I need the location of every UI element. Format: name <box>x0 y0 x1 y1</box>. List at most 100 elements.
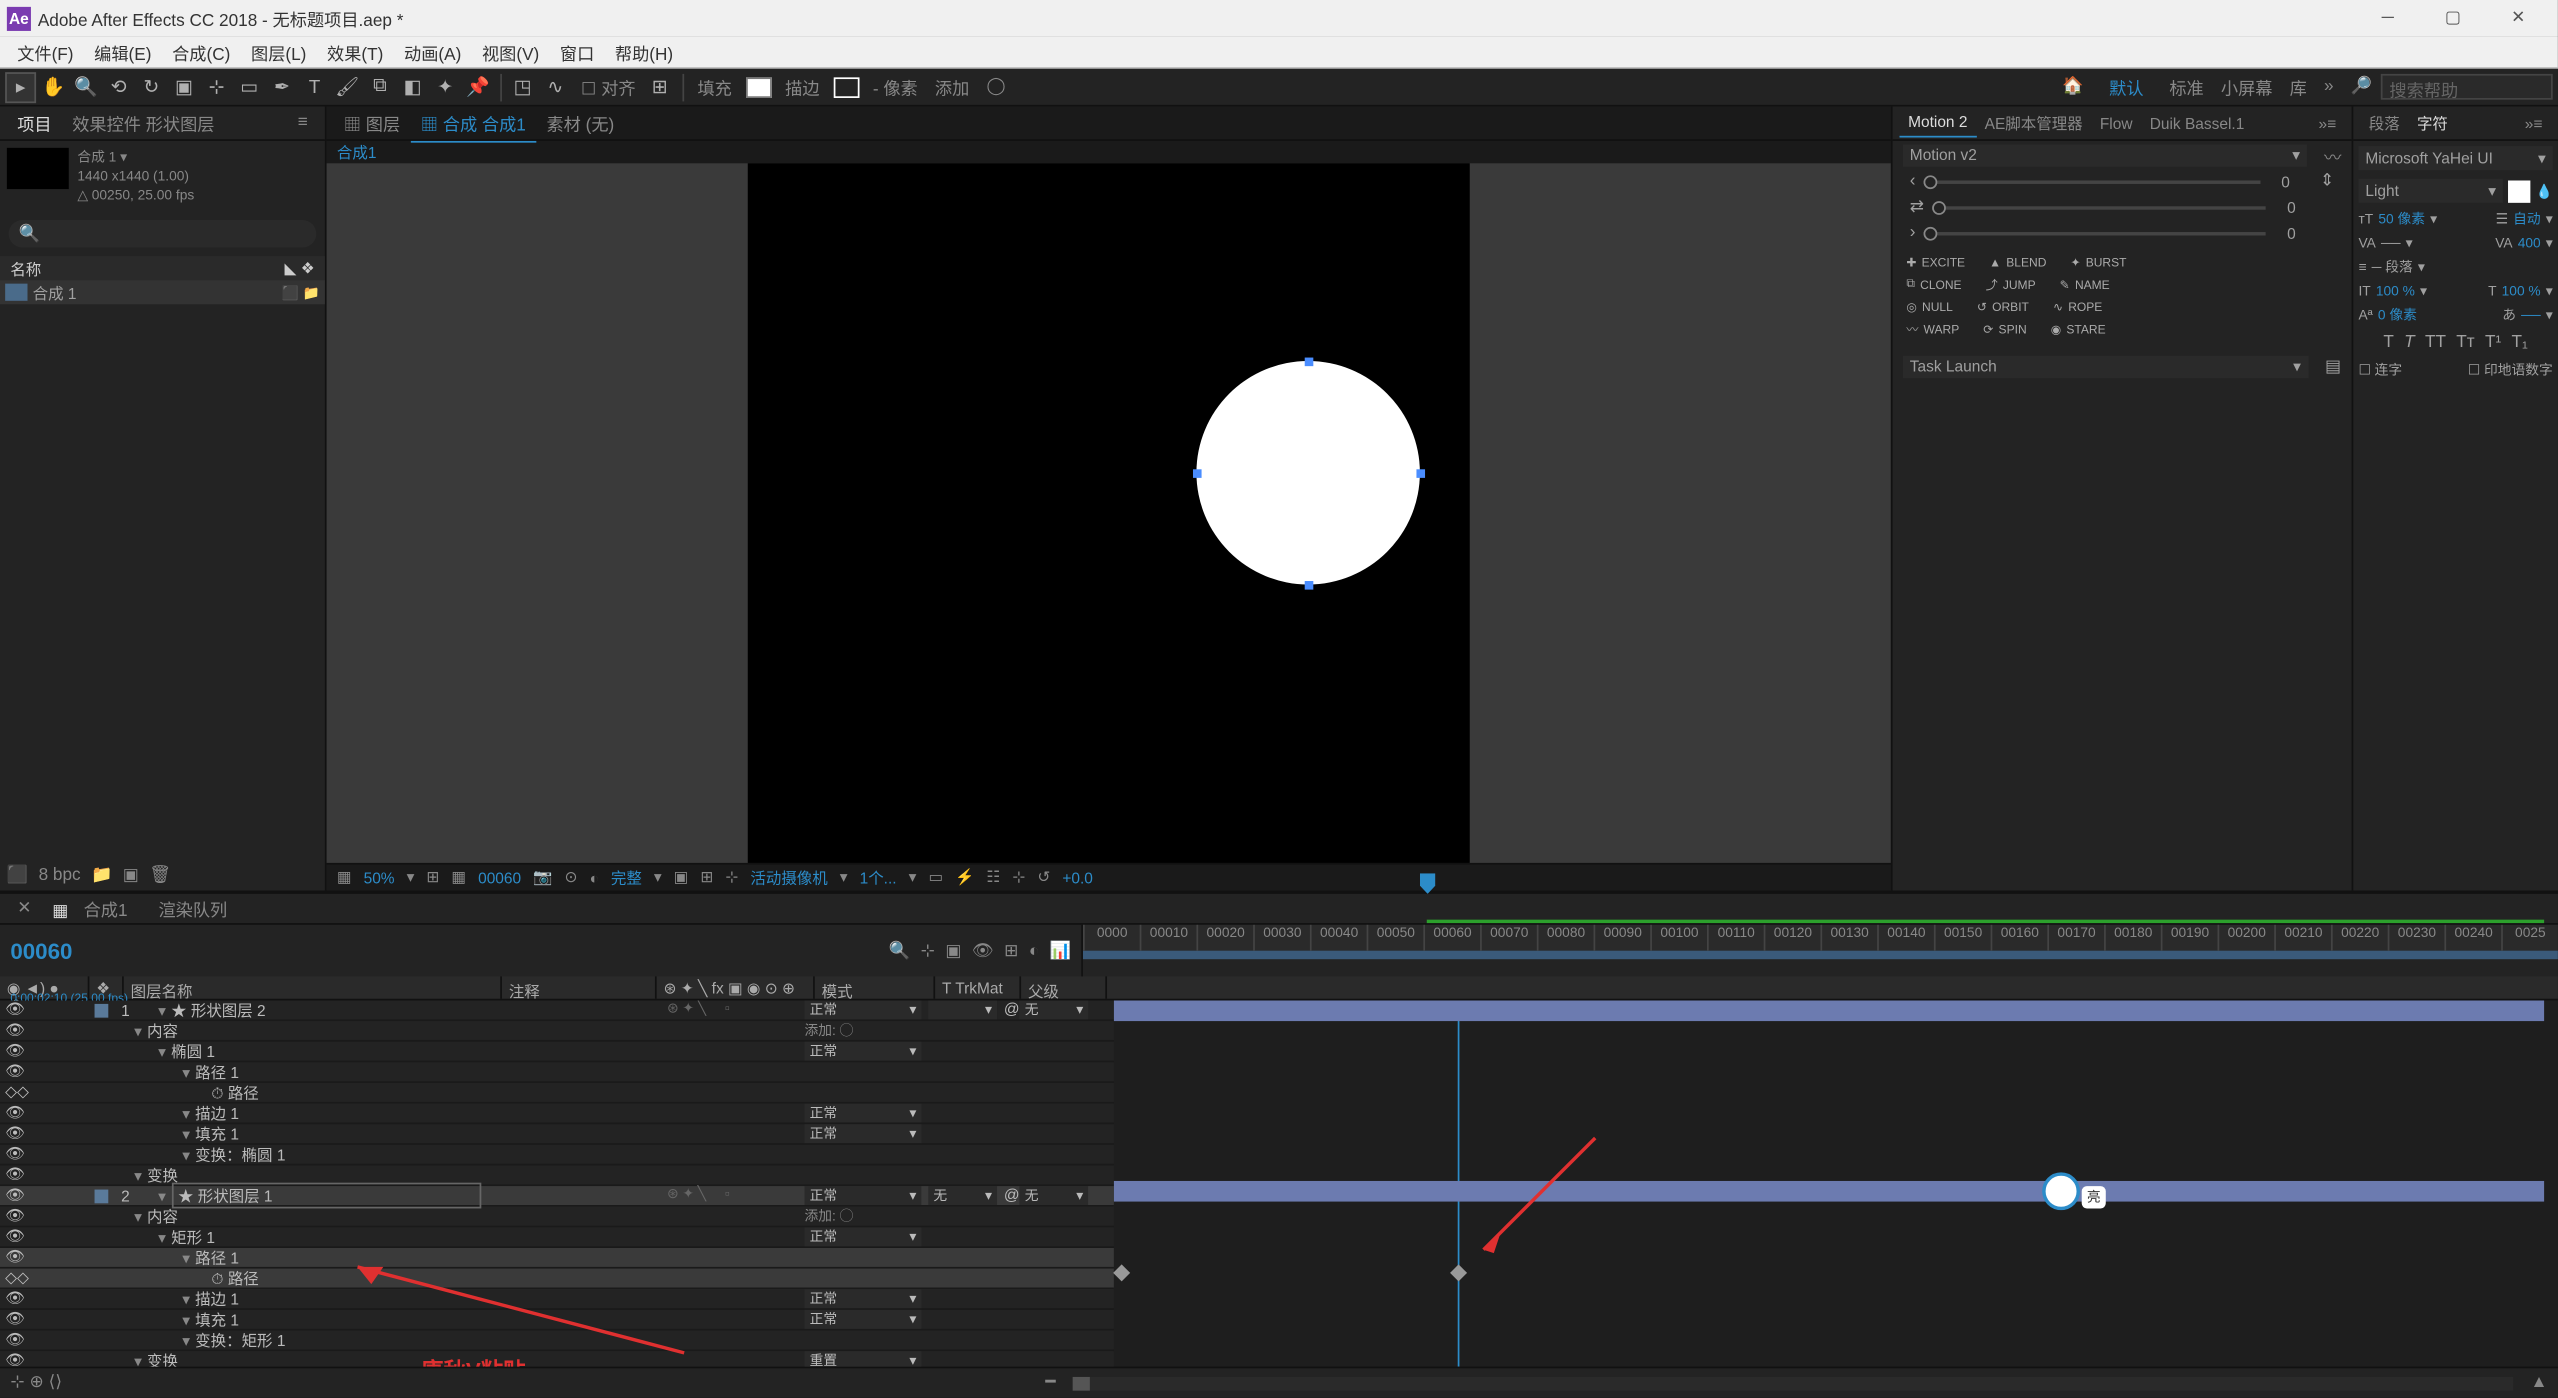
twirl-icon[interactable]: ▾ <box>134 1023 142 1040</box>
text-tool-icon[interactable]: T <box>299 71 330 102</box>
baseline-value[interactable]: 0 像素 <box>2378 306 2417 325</box>
menu-view[interactable]: 视图(V) <box>472 35 550 68</box>
blend-mode-dropdown[interactable]: 正常▾ <box>804 1227 921 1246</box>
label-color[interactable] <box>95 1189 109 1203</box>
show-snapshot-icon[interactable]: ⊙ <box>564 868 577 887</box>
visibility-icon[interactable]: 👁 <box>5 1310 22 1329</box>
orbit-tool-icon[interactable]: ⟲ <box>103 71 134 102</box>
viewport[interactable] <box>327 164 1891 864</box>
mask-mode-icon[interactable]: ◳ <box>507 71 538 102</box>
twirl-icon[interactable]: ▾ <box>158 1002 166 1019</box>
fill-color-swatch[interactable] <box>2508 180 2530 202</box>
font-weight-dropdown[interactable]: Light▾ <box>2358 179 2502 203</box>
new-folder-icon[interactable]: 📁 <box>91 866 112 885</box>
bezier-icon[interactable]: ∿ <box>540 71 571 102</box>
layer-row[interactable]: ◇◇⏱ 路径 <box>0 1083 1114 1104</box>
tracking-value[interactable]: 400 <box>2518 236 2541 251</box>
toggle-switches-icon[interactable]: ⊹ ⊕ ⟨⟩ <box>10 1373 62 1392</box>
btn-warp[interactable]: 〰 WARP <box>1906 321 1959 338</box>
selection-tool-icon[interactable]: ▸ <box>5 71 36 102</box>
hscale-value[interactable]: 100 % <box>2376 284 2415 299</box>
trkmat-dropdown[interactable]: ▾ <box>928 1000 997 1019</box>
motion-val-2[interactable]: 0 <box>2274 199 2308 216</box>
flowchart-icon[interactable]: ⊹ <box>1012 868 1025 887</box>
add-button[interactable]: 添加: ◯ <box>804 1021 853 1040</box>
puppet-tool-icon[interactable]: 📌 <box>462 71 493 102</box>
layer-name[interactable]: ⏱ 路径 <box>89 1267 667 1289</box>
anchor-tool-icon[interactable]: ⊹ <box>201 71 232 102</box>
comp-breadcrumb[interactable]: 合成1 <box>337 141 377 163</box>
layer-row[interactable]: 👁 ▾变换：椭圆 1 <box>0 1145 1114 1166</box>
blend-mode-dropdown[interactable]: 正常▾ <box>804 1124 921 1143</box>
vscale-value[interactable]: 100 % <box>2502 284 2541 299</box>
menu-edit[interactable]: 编辑(E) <box>84 35 162 68</box>
menu-animation[interactable]: 动画(A) <box>394 35 472 68</box>
btn-stare[interactable]: ◉ STARE <box>2051 321 2106 338</box>
tab-effect-controls[interactable]: 效果控件 形状图层 <box>62 105 225 141</box>
btn-rope[interactable]: ∿ ROPE <box>2053 301 2102 315</box>
timeline-icon[interactable]: ☷ <box>986 868 1000 887</box>
task-launch-dropdown[interactable]: Task Launch▾ <box>1903 355 2308 377</box>
tab-footage-viewer[interactable]: 素材 (无) <box>536 105 624 141</box>
timeline-track-area[interactable]: 亮 <box>1114 1000 2558 1366</box>
snapping-icon[interactable]: ⊞ <box>644 71 675 102</box>
visibility-icon[interactable]: 👁 <box>5 1124 22 1143</box>
magnification-icon[interactable]: ▦ <box>337 868 352 887</box>
superscript-button[interactable]: T¹ <box>2485 333 2501 352</box>
twirl-icon[interactable]: ▾ <box>134 1208 142 1225</box>
zoom-ratio[interactable]: 50% <box>364 869 395 886</box>
allcaps-button[interactable]: TT <box>2425 333 2446 352</box>
twirl-icon[interactable]: ▾ <box>182 1064 190 1081</box>
twirl-icon[interactable]: ▾ <box>182 1147 190 1164</box>
tab-duik[interactable]: Duik Bassel.1 <box>2141 109 2253 137</box>
blend-mode-dropdown[interactable]: 正常▾ <box>804 1000 921 1019</box>
layer-row[interactable]: 👁▾变换重置▾ <box>0 1351 1114 1366</box>
stopwatch-icon[interactable]: ⏱ <box>211 1270 227 1287</box>
home-icon[interactable]: 🏠 <box>2053 77 2092 96</box>
layer-name[interactable]: ▾★ 形状图层 2 <box>138 1000 667 1021</box>
eyedropper-icon[interactable]: 💧 <box>2536 183 2553 198</box>
keyframe[interactable] <box>1113 1264 1130 1281</box>
rotate-tool-icon[interactable]: ↻ <box>136 71 167 102</box>
layer-bar-1[interactable] <box>1114 1000 2544 1021</box>
blend-mode-dropdown[interactable]: 正常▾ <box>804 1042 921 1061</box>
roto-tool-icon[interactable]: ✦ <box>430 71 461 102</box>
layer-row[interactable]: 👁▾路径 1 <box>0 1248 1114 1269</box>
twirl-icon[interactable]: ▾ <box>182 1250 190 1267</box>
motion-graph-icon[interactable]: 〰 <box>2324 142 2341 168</box>
motion-slider-2[interactable] <box>1933 200 1947 214</box>
tab-character[interactable]: 字符 <box>2408 107 2456 140</box>
label-color[interactable] <box>95 1003 109 1017</box>
anchor-icon[interactable]: ⇕ <box>2320 172 2334 191</box>
project-column-name[interactable]: 名称◣ ❖ <box>0 256 325 280</box>
current-frame[interactable]: 00060 <box>478 869 521 886</box>
interpretation-icon[interactable]: ⬛ <box>7 866 28 885</box>
tsume-value[interactable]: ── <box>2521 308 2540 323</box>
visibility-icon[interactable]: 👁 <box>5 1021 22 1040</box>
col-mode[interactable]: 模式 <box>815 976 935 998</box>
layer-name[interactable]: ▾路径 1 <box>89 1246 667 1268</box>
zoom-in-icon[interactable]: ▲ <box>2531 1373 2548 1392</box>
kerning-value[interactable]: ── <box>2381 236 2401 251</box>
layer-name[interactable]: ▾椭圆 1 <box>89 1040 667 1062</box>
stroke-swatch[interactable] <box>833 76 859 97</box>
resolution-icon[interactable]: ⊞ <box>426 868 439 887</box>
parent-dropdown[interactable]: 无▾ <box>1020 1186 1089 1205</box>
camera-dropdown[interactable]: 活动摄像机 <box>750 867 827 889</box>
brush-tool-icon[interactable]: 🖌 <box>332 71 363 102</box>
bold-button[interactable]: T <box>2383 333 2394 352</box>
views-dropdown[interactable]: 1个... <box>860 867 897 889</box>
shape-handle-n[interactable] <box>1305 358 1314 367</box>
layer-name[interactable]: ▾变换：椭圆 1 <box>89 1143 667 1165</box>
new-comp-icon[interactable]: ▣ <box>123 866 139 885</box>
twirl-icon[interactable]: ▾ <box>158 1229 166 1246</box>
blend-mode-dropdown[interactable]: 正常▾ <box>804 1104 921 1123</box>
camera-tool-icon[interactable]: ▣ <box>168 71 199 102</box>
project-item-comp[interactable]: 合成 1 ⬛ 📁 <box>0 280 325 304</box>
work-area[interactable] <box>1083 951 2558 960</box>
visibility-icon[interactable]: 👁 <box>5 1145 22 1164</box>
tab-flow[interactable]: Flow <box>2091 109 2141 137</box>
layer-row[interactable]: 👁2▾★ 形状图层 1⊛ ✦ ╲ ▫正常▾无▾@无▾ <box>0 1186 1114 1207</box>
draft3d-icon[interactable]: ▣ <box>945 941 961 960</box>
grid-icon[interactable]: ⊞ <box>700 868 713 887</box>
